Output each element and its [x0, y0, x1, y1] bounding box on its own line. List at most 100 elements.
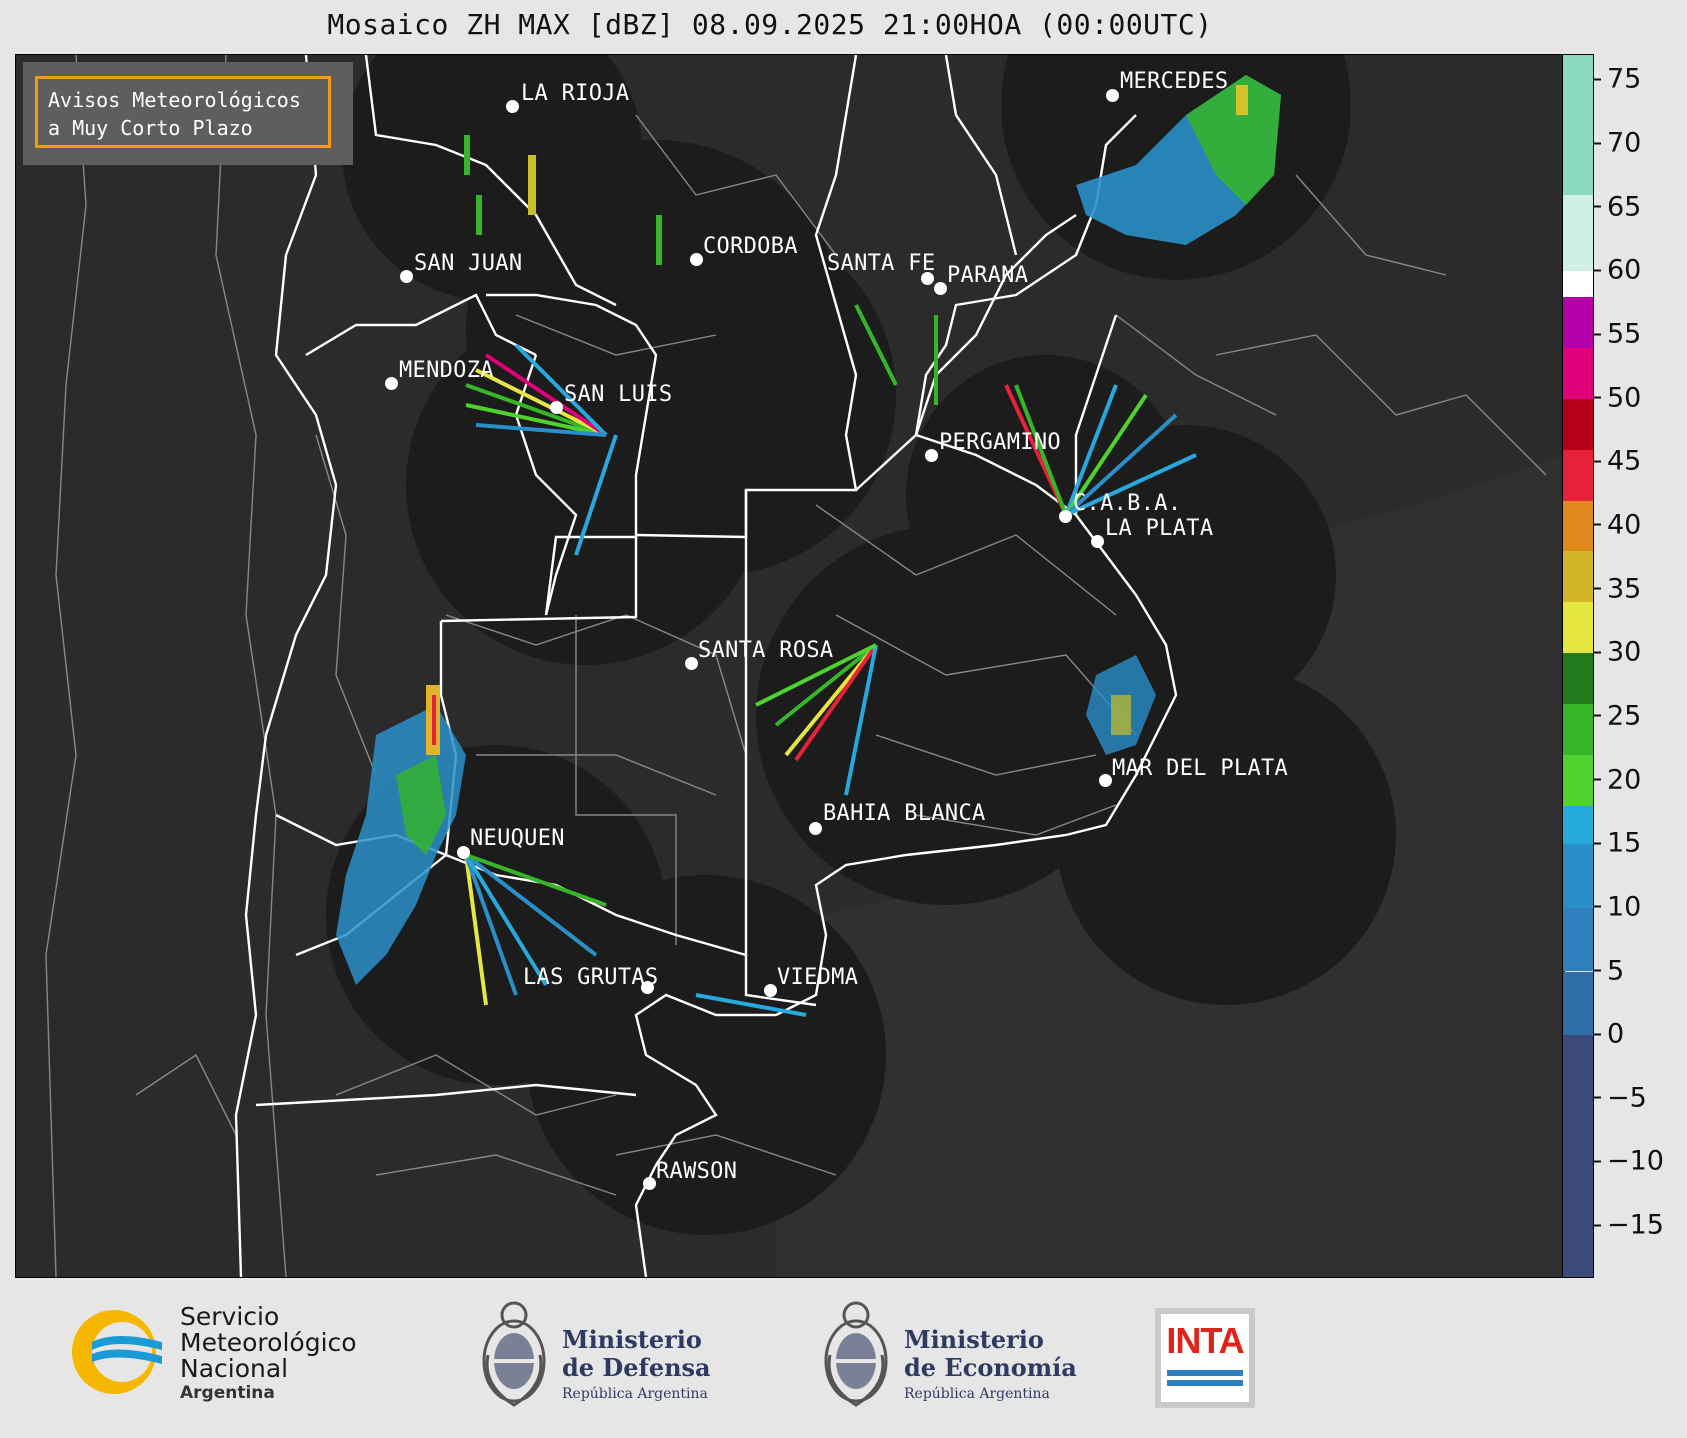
- city-dot-parana: [934, 282, 947, 295]
- colorbar-tick-label: 15: [1607, 827, 1642, 859]
- colorbar-tick: 0: [1593, 1019, 1624, 1050]
- city-dot-san-luis: [550, 401, 563, 414]
- colorbar-tick-label: 40: [1607, 509, 1642, 541]
- defensa-logo: Ministerio de Defensa República Argentin…: [478, 1295, 738, 1420]
- colorbar-tick-label: 5: [1607, 955, 1625, 986]
- colorbar-tick-label: 45: [1607, 445, 1642, 477]
- badge-line-1: Avisos Meteorológicos: [48, 88, 301, 112]
- colorbar-tick: 10: [1593, 891, 1641, 922]
- map-title: Mosaico ZH MAX [dBZ] 08.09.2025 21:00HOA…: [327, 8, 1213, 41]
- colorbar-segment: [1563, 907, 1593, 972]
- colorbar-tick: 65: [1593, 191, 1641, 222]
- economia-line-2: de Economía: [904, 1353, 1077, 1382]
- city-label-la-plata: LA PLATA: [1105, 516, 1214, 541]
- smn-logo: Servicio Meteorológico Nacional Argentin…: [66, 1304, 386, 1404]
- colorbar-tick: 60: [1593, 255, 1641, 286]
- city-label-la-rioja: LA RIOJA: [521, 81, 630, 106]
- warning-badge: Avisos Meteorológicos a Muy Corto Plazo: [23, 62, 353, 165]
- city-dot-neuquen: [457, 846, 470, 859]
- city-dot-mendoza: [385, 377, 398, 390]
- economia-line-3: República Argentina: [904, 1386, 1050, 1402]
- city-dot-caba: [1059, 510, 1072, 523]
- economia-logo: Ministerio de Economía República Argenti…: [820, 1295, 1080, 1420]
- colorbar-tick-label: −15: [1607, 1209, 1664, 1241]
- colorbar: [1562, 54, 1594, 1278]
- city-label-san-juan: SAN JUAN: [414, 251, 523, 276]
- city-label-parana: PARANA: [947, 263, 1029, 288]
- smn-line-3: Nacional: [180, 1354, 289, 1383]
- colorbar-tick: 5: [1593, 955, 1624, 986]
- city-label-mendoza: MENDOZA: [399, 358, 494, 383]
- city-label-neuquen: NEUQUEN: [470, 826, 565, 851]
- colorbar-tick: 30: [1593, 637, 1641, 668]
- colorbar-tick-label: −10: [1607, 1145, 1664, 1177]
- smn-emblem-icon: [72, 1310, 162, 1394]
- colorbar-tick-label: 35: [1607, 573, 1642, 605]
- city-label-bahia-blanca: BAHIA BLANCA: [823, 801, 986, 826]
- colorbar-segment: [1563, 755, 1593, 806]
- coat-of-arms-icon: [482, 1301, 546, 1407]
- colorbar-tick-label: 70: [1607, 127, 1642, 159]
- colorbar-segment: [1563, 271, 1593, 297]
- city-dot-mar-del-plata: [1099, 774, 1112, 787]
- colorbar-tick-label: 10: [1607, 891, 1642, 923]
- city-label-rawson: RAWSON: [656, 1159, 738, 1184]
- colorbar-segment: [1563, 195, 1593, 272]
- city-label-mar-del-plata: MAR DEL PLATA: [1112, 756, 1289, 781]
- colorbar-segment: [1563, 844, 1593, 908]
- city-label-las-grutas: LAS GRUTAS: [523, 965, 659, 990]
- colorbar-segment: [1563, 55, 1593, 196]
- colorbar-tick: −10: [1593, 1146, 1664, 1177]
- city-dot-cordoba: [690, 253, 703, 266]
- city-label-pergamino: PERGAMINO: [939, 430, 1061, 455]
- colorbar-tick: −5: [1593, 1082, 1647, 1113]
- colorbar-segment: [1563, 500, 1593, 552]
- colorbar-segment: [1563, 806, 1593, 845]
- colorbar-tick-label: 20: [1607, 764, 1642, 796]
- city-label-santa-rosa: SANTA ROSA: [698, 638, 834, 663]
- economia-line-1: Ministerio: [904, 1325, 1044, 1354]
- city-dot-santa-rosa: [685, 657, 698, 670]
- footer-logos: Servicio Meteorológico Nacional Argentin…: [0, 1277, 1687, 1438]
- radar-map[interactable]: Avisos Meteorológicos a Muy Corto Plazo …: [15, 54, 1565, 1278]
- colorbar-segment: [1563, 653, 1593, 705]
- colorbar-tick-label: 30: [1607, 636, 1642, 668]
- inta-logo: INTA: [1155, 1308, 1255, 1408]
- inta-wordmark: INTA: [1166, 1320, 1244, 1361]
- colorbar-tick: 20: [1593, 764, 1641, 795]
- defensa-line-2: de Defensa: [562, 1353, 711, 1382]
- colorbar-tick: 45: [1593, 446, 1641, 477]
- city-dot-la-rioja: [506, 100, 519, 113]
- smn-line-4: Argentina: [180, 1383, 275, 1403]
- colorbar-tick-label: −5: [1607, 1082, 1647, 1114]
- defensa-line-3: República Argentina: [562, 1386, 708, 1402]
- colorbar-tick-label: 0: [1607, 1018, 1625, 1050]
- city-dot-la-plata: [1091, 535, 1104, 548]
- colorbar-segment: [1563, 347, 1593, 399]
- colorbar-segment: [1563, 704, 1593, 756]
- colorbar-segment: [1563, 449, 1593, 501]
- city-dot-mercedes: [1106, 89, 1119, 102]
- colorbar-tick-label: 60: [1607, 254, 1642, 286]
- colorbar-tick: 70: [1593, 128, 1641, 159]
- warning-badge-frame: Avisos Meteorológicos a Muy Corto Plazo: [35, 76, 331, 148]
- city-label-santa-fe: SANTA FE: [827, 251, 936, 276]
- colorbar-tick-label: 75: [1607, 63, 1642, 95]
- defensa-line-1: Ministerio: [562, 1325, 702, 1354]
- colorbar-tick: 35: [1593, 573, 1641, 604]
- city-dot-viedma: [764, 984, 777, 997]
- badge-line-2: a Muy Corto Plazo: [48, 116, 253, 140]
- smn-line-2: Meteorológico: [180, 1328, 357, 1357]
- colorbar-ticks: 75 70 65 60 55 50 45 40 35 30 25 20 15 10 5 0 −5 −10 −15: [1593, 54, 1683, 1276]
- colorbar-tick-label: 65: [1607, 191, 1642, 223]
- colorbar-tick-label: 55: [1607, 318, 1642, 350]
- colorbar-tick: 50: [1593, 382, 1641, 413]
- colorbar-segment: [1563, 296, 1593, 348]
- city-dot-san-juan: [400, 270, 413, 283]
- city-label-san-luis: SAN LUIS: [564, 382, 673, 407]
- colorbar-tick-label: 25: [1607, 700, 1642, 732]
- colorbar-tick: 75: [1593, 64, 1641, 95]
- colorbar-tick: 55: [1593, 319, 1641, 350]
- city-label-mercedes: MERCEDES: [1120, 69, 1229, 94]
- city-label-caba: C.A.B.A.: [1073, 491, 1182, 516]
